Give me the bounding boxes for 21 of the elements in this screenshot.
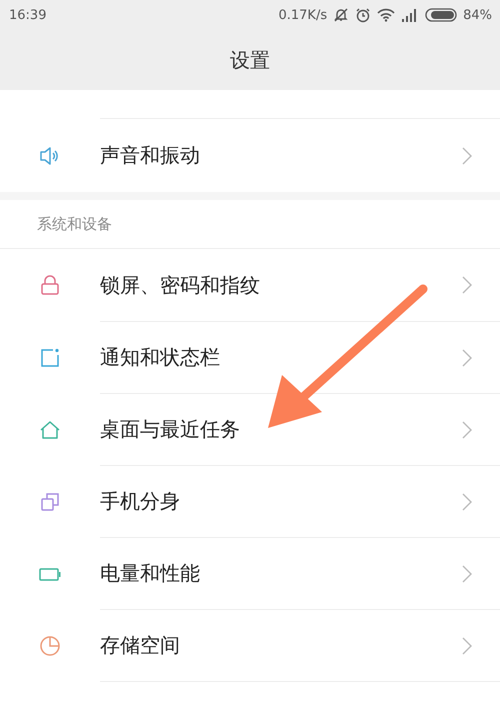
settings-item[interactable]: 手机分身 xyxy=(100,465,500,537)
battery-percent: 84% xyxy=(463,8,492,22)
section-header: 系统和设备 xyxy=(37,214,112,234)
pie-chart-icon xyxy=(38,634,62,658)
chevron-icon xyxy=(462,146,472,164)
settings-item[interactable]: 锁屏、密码和指纹 xyxy=(100,249,500,321)
chevron-icon xyxy=(462,636,472,654)
screen-title: 设置 xyxy=(230,46,270,74)
settings-item[interactable]: 电量和性能 xyxy=(100,537,500,609)
mute-bell-icon xyxy=(333,7,350,23)
chevron-icon xyxy=(462,492,472,510)
chevron-icon xyxy=(462,564,472,582)
clock-time: 16:39 xyxy=(9,8,46,22)
battery-icon xyxy=(425,8,458,22)
network-speed: 0.17K/s xyxy=(278,8,328,22)
chevron-icon xyxy=(462,348,472,366)
chevron-icon xyxy=(462,276,472,294)
settings-item[interactable]: 存储空间 xyxy=(100,609,500,681)
wifi-icon xyxy=(377,8,396,22)
alarm-icon xyxy=(355,7,372,23)
chevron-icon xyxy=(462,420,472,438)
